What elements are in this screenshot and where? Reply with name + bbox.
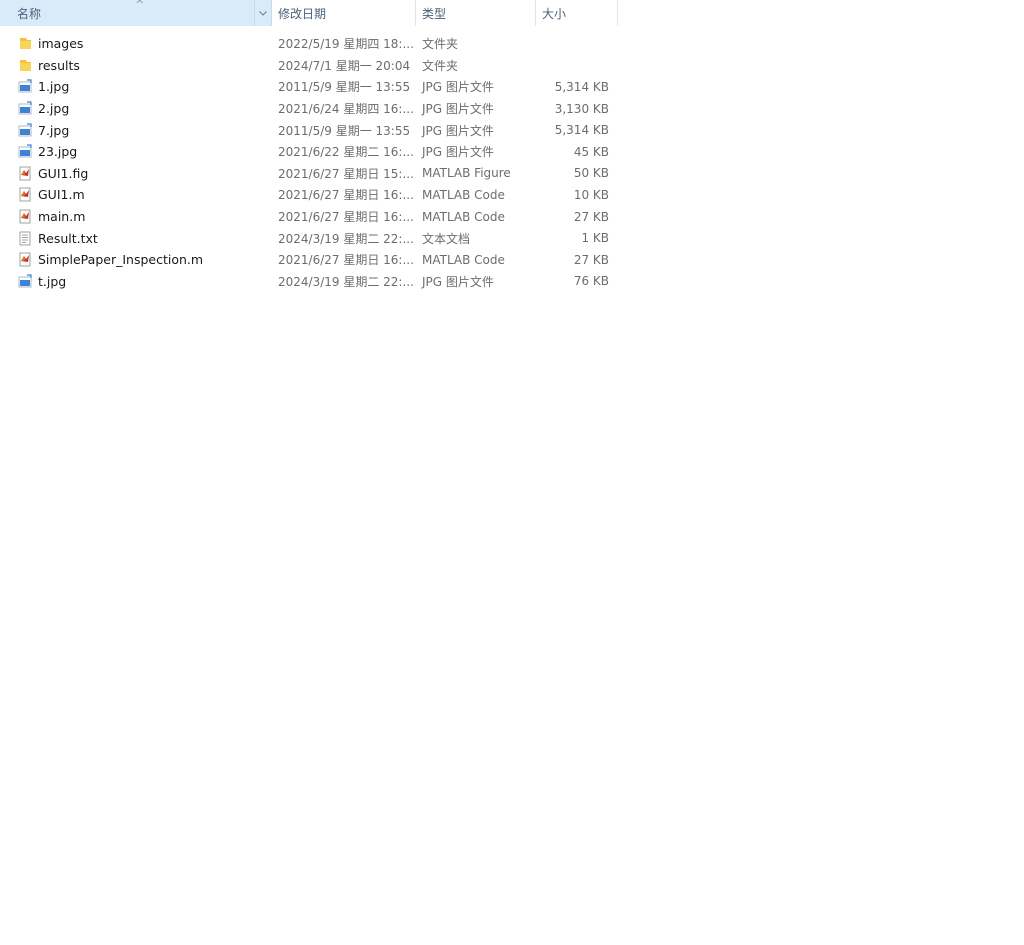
file-size: 76 KB bbox=[573, 274, 609, 289]
file-row[interactable]: GUI1.m 2021/6/27 星期日 16:... MATLAB Code 10 … bbox=[0, 184, 618, 206]
file-date: 2011/5/9 星期一 13:55 bbox=[278, 80, 411, 95]
column-header-name-label: 名称 bbox=[17, 6, 42, 21]
file-size: 50 KB bbox=[573, 166, 609, 181]
file-date: 2021/6/27 星期日 16:... bbox=[278, 210, 414, 225]
file-row[interactable]: main.m 2021/6/27 星期日 16:... MATLAB Code 27 … bbox=[0, 206, 618, 228]
folder-icon bbox=[18, 36, 32, 51]
file-type: MATLAB Code bbox=[422, 252, 505, 267]
file-row[interactable]: images 2022/5/19 星期四 18:... 文件夹 bbox=[0, 33, 618, 55]
file-size: 5,314 KB bbox=[554, 79, 609, 94]
matlab-file-icon bbox=[18, 209, 32, 224]
column-header: ^ 名称 修改日期 类型 大小 bbox=[0, 0, 618, 26]
file-name: GUI1.m bbox=[38, 187, 85, 203]
file-type: MATLAB Code bbox=[422, 187, 505, 202]
column-header-type[interactable]: 类型 bbox=[416, 0, 536, 26]
sort-arrow-icon: ^ bbox=[135, 0, 145, 11]
file-date: 2024/3/19 星期二 22:... bbox=[278, 231, 414, 246]
file-row[interactable]: SimplePaper_Inspection.m 2021/6/27 星期日 16… bbox=[0, 249, 618, 271]
file-row[interactable]: GUI1.fig 2021/6/27 星期日 15:... MATLAB Figur… bbox=[0, 163, 618, 185]
file-size: 3,130 KB bbox=[554, 101, 609, 116]
file-name-cell[interactable]: SimplePaper_Inspection.m bbox=[0, 252, 272, 267]
file-name-cell[interactable]: images bbox=[0, 36, 272, 51]
image-file-icon bbox=[18, 101, 32, 116]
file-type: 文本文档 bbox=[422, 231, 471, 246]
file-row[interactable]: results 2024/7/1 星期一 20:04 文件夹 bbox=[0, 55, 618, 77]
matlab-file-icon bbox=[18, 252, 32, 267]
file-size: 27 KB bbox=[573, 209, 609, 224]
file-date: 2021/6/27 星期日 16:... bbox=[278, 253, 414, 268]
file-name: main.m bbox=[38, 209, 86, 225]
file-type: 文件夹 bbox=[422, 37, 459, 52]
file-name: Result.txt bbox=[38, 230, 98, 246]
file-date: 2011/5/9 星期一 13:55 bbox=[278, 123, 411, 138]
file-name-cell[interactable]: 1.jpg bbox=[0, 79, 272, 94]
file-name: 1.jpg bbox=[38, 79, 70, 95]
column-header-date-label: 修改日期 bbox=[278, 6, 327, 21]
chevron-down-icon[interactable] bbox=[254, 0, 271, 26]
file-row[interactable]: Result.txt 2024/3/19 星期二 22:... 文本文档 1 KB bbox=[0, 227, 618, 249]
image-file-icon bbox=[18, 79, 32, 94]
matlab-file-icon bbox=[18, 187, 32, 202]
file-date: 2024/3/19 星期二 22:... bbox=[278, 274, 414, 289]
file-type: JPG 图片文件 bbox=[422, 145, 494, 160]
file-type: JPG 图片文件 bbox=[422, 274, 494, 289]
column-header-name[interactable]: ^ 名称 bbox=[0, 0, 272, 26]
file-row[interactable]: t.jpg 2024/3/19 星期二 22:... JPG 图片文件 76 KB bbox=[0, 271, 618, 293]
file-explorer: ^ 名称 修改日期 类型 大小 images 2022/5/19 星期四 18:.… bbox=[0, 0, 1024, 945]
file-date: 2021/6/27 星期日 15:... bbox=[278, 166, 414, 181]
file-name: images bbox=[38, 36, 84, 52]
file-name: GUI1.fig bbox=[38, 165, 89, 181]
file-name: 2.jpg bbox=[38, 101, 70, 117]
file-type: JPG 图片文件 bbox=[422, 123, 494, 138]
file-name: t.jpg bbox=[38, 273, 67, 289]
file-name-cell[interactable]: t.jpg bbox=[0, 274, 272, 289]
file-name-cell[interactable]: GUI1.m bbox=[0, 187, 272, 202]
file-row[interactable]: 23.jpg 2021/6/22 星期二 16:... JPG 图片文件 45 KB bbox=[0, 141, 618, 163]
file-name-cell[interactable]: Result.txt bbox=[0, 231, 272, 246]
file-type: MATLAB Code bbox=[422, 209, 505, 224]
file-date: 2022/5/19 星期四 18:... bbox=[278, 37, 414, 52]
file-type: JPG 图片文件 bbox=[422, 80, 494, 95]
file-type: MATLAB Figure bbox=[422, 166, 511, 181]
column-header-type-label: 类型 bbox=[422, 6, 447, 21]
file-size: 5,314 KB bbox=[554, 123, 609, 138]
file-date: 2021/6/27 星期日 16:... bbox=[278, 188, 414, 203]
file-row[interactable]: 2.jpg 2021/6/24 星期四 16:... JPG 图片文件 3,130 K… bbox=[0, 98, 618, 120]
file-date: 2024/7/1 星期一 20:04 bbox=[278, 58, 411, 73]
file-size: 10 KB bbox=[573, 187, 609, 202]
file-list: images 2022/5/19 星期四 18:... 文件夹 results 202… bbox=[0, 33, 618, 292]
image-file-icon bbox=[18, 123, 32, 138]
file-size: 27 KB bbox=[573, 252, 609, 267]
file-size: 1 KB bbox=[581, 231, 609, 246]
file-name: SimplePaper_Inspection.m bbox=[38, 252, 204, 268]
file-name-cell[interactable]: results bbox=[0, 58, 272, 73]
file-row[interactable]: 1.jpg 2011/5/9 星期一 13:55 JPG 图片文件 5,314 KB bbox=[0, 76, 618, 98]
file-name: results bbox=[38, 57, 80, 73]
file-name-cell[interactable]: GUI1.fig bbox=[0, 166, 272, 181]
file-date: 2021/6/24 星期四 16:... bbox=[278, 102, 414, 117]
file-type: JPG 图片文件 bbox=[422, 102, 494, 117]
file-name-cell[interactable]: 2.jpg bbox=[0, 101, 272, 116]
file-name: 7.jpg bbox=[38, 122, 70, 138]
column-header-size-label: 大小 bbox=[542, 6, 567, 21]
file-name: 23.jpg bbox=[38, 144, 78, 160]
file-row[interactable]: 7.jpg 2011/5/9 星期一 13:55 JPG 图片文件 5,314 KB bbox=[0, 119, 618, 141]
folder-icon bbox=[18, 58, 32, 73]
file-size: 45 KB bbox=[573, 144, 609, 159]
file-name-cell[interactable]: 7.jpg bbox=[0, 123, 272, 138]
image-file-icon bbox=[18, 144, 32, 159]
file-name-cell[interactable]: 23.jpg bbox=[0, 144, 272, 159]
file-type: 文件夹 bbox=[422, 58, 459, 73]
column-header-size[interactable]: 大小 bbox=[536, 0, 618, 26]
column-header-date[interactable]: 修改日期 bbox=[272, 0, 416, 26]
image-file-icon bbox=[18, 274, 32, 289]
matlab-file-icon bbox=[18, 166, 32, 181]
file-name-cell[interactable]: main.m bbox=[0, 209, 272, 224]
file-date: 2021/6/22 星期二 16:... bbox=[278, 145, 414, 160]
text-file-icon bbox=[18, 231, 32, 246]
